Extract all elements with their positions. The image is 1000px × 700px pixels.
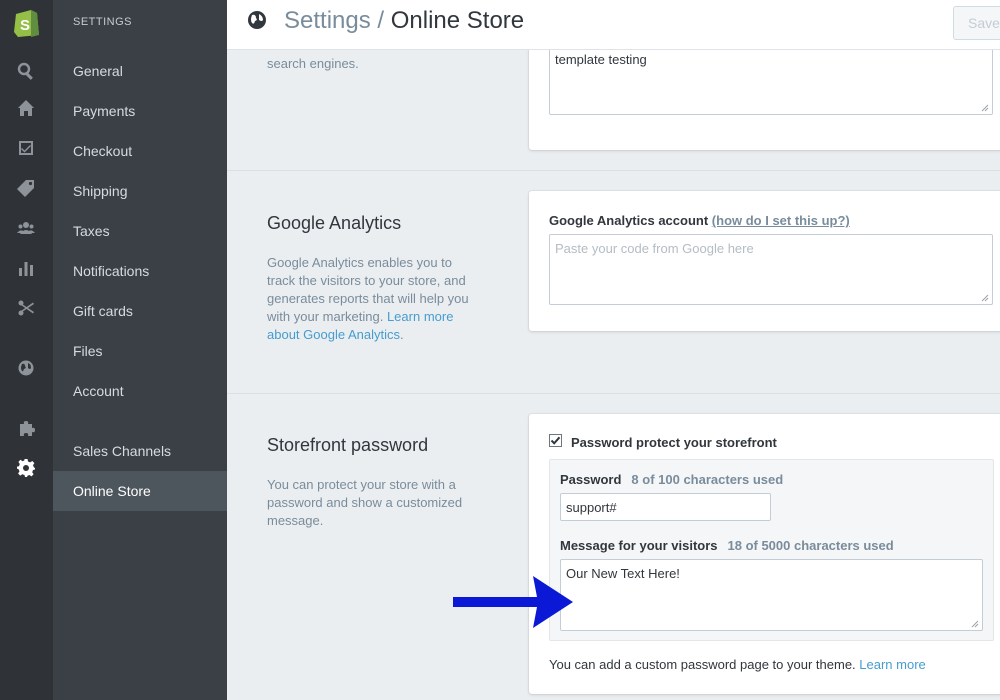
save-button[interactable]: Save: [953, 6, 1000, 40]
sidebar-heading: SETTINGS: [73, 16, 133, 28]
sidebar-item-notifications[interactable]: Notifications: [53, 251, 227, 291]
breadcrumb-separator: /: [377, 7, 385, 34]
resize-grip-icon[interactable]: [981, 104, 989, 112]
sidebar-item-checkout[interactable]: Checkout: [53, 131, 227, 171]
globe-icon: [248, 11, 266, 29]
tag-icon[interactable]: [14, 176, 38, 200]
sidebar-item-online-store[interactable]: Online Store: [53, 471, 227, 511]
password-settings-panel: Password 8 of 100 characters used Message…: [549, 459, 994, 641]
google-analytics-card: Google Analytics account (how do I set t…: [529, 191, 1000, 331]
annotation-arrow-icon: [453, 576, 573, 628]
seo-description: search engines.: [267, 56, 359, 71]
message-counter: 18 of 5000 characters used: [727, 538, 894, 553]
sidebar-item-general[interactable]: General: [53, 51, 227, 91]
sidebar-item-account[interactable]: Account: [53, 371, 227, 411]
sidebar-item-sales-channels[interactable]: Sales Channels: [53, 431, 227, 471]
page-title: Settings / Online Store: [284, 7, 524, 35]
password-protect-label[interactable]: Password protect your storefront: [571, 435, 777, 450]
search-icon[interactable]: [14, 59, 38, 83]
sidebar-item-shipping[interactable]: Shipping: [53, 171, 227, 211]
message-label-text: Message for your visitors: [560, 538, 718, 553]
storefront-password-section: Storefront password You can protect your…: [227, 394, 1000, 700]
visitor-message-textarea[interactable]: Our New Text Here!: [560, 559, 983, 631]
gear-icon[interactable]: [14, 456, 38, 480]
customers-icon[interactable]: [14, 216, 38, 240]
icon-rail: S: [0, 0, 53, 700]
custom-password-page-note: You can add a custom password page to yo…: [549, 657, 926, 672]
sidebar-item-gift-cards[interactable]: Gift cards: [53, 291, 227, 331]
apps-icon[interactable]: [14, 416, 38, 440]
sidebar-item-payments[interactable]: Payments: [53, 91, 227, 131]
google-analytics-field-label: Google Analytics account (how do I set t…: [549, 213, 850, 228]
password-protect-checkbox[interactable]: [549, 434, 562, 452]
svg-text:S: S: [20, 17, 30, 34]
learn-more-password-link[interactable]: Learn more: [859, 657, 925, 672]
google-analytics-title: Google Analytics: [267, 213, 402, 233]
password-input[interactable]: [560, 493, 771, 521]
settings-sidebar: SETTINGS General Payments Checkout Shipp…: [53, 0, 227, 700]
discounts-icon[interactable]: [14, 296, 38, 320]
meta-description-textarea[interactable]: template testing: [549, 45, 993, 115]
message-field-label: Message for your visitors 18 of 5000 char…: [560, 538, 894, 553]
sidebar-item-taxes[interactable]: Taxes: [53, 211, 227, 251]
storefront-password-description: You can protect your store with a passwo…: [267, 477, 463, 528]
sidebar-item-files[interactable]: Files: [53, 331, 227, 371]
home-icon[interactable]: [14, 96, 38, 120]
google-analytics-code-textarea[interactable]: [549, 234, 993, 305]
password-field-label: Password 8 of 100 characters used: [560, 472, 783, 487]
resize-grip-icon[interactable]: [971, 620, 979, 628]
shopify-logo[interactable]: S: [11, 5, 41, 38]
resize-grip-icon[interactable]: [981, 294, 989, 302]
orders-icon[interactable]: [14, 136, 38, 160]
google-analytics-description: Google Analytics enables you to track th…: [267, 255, 469, 342]
google-analytics-section: Google Analytics Google Analytics enable…: [227, 171, 1000, 394]
password-counter: 8 of 100 characters used: [631, 472, 784, 487]
reports-icon[interactable]: [14, 256, 38, 280]
google-analytics-label-text: Google Analytics account: [549, 213, 709, 228]
storefront-password-card: Password protect your storefront Passwor…: [529, 414, 1000, 694]
page-header: Settings / Online Store Save: [227, 0, 1000, 50]
storefront-password-title: Storefront password: [267, 435, 429, 455]
checkbox-checked-icon[interactable]: [549, 434, 562, 447]
password-label-text: Password: [560, 472, 622, 487]
breadcrumb-settings[interactable]: Settings: [284, 7, 371, 34]
page-title-text: Online Store: [390, 7, 525, 34]
custom-password-page-text: You can add a custom password page to yo…: [549, 657, 856, 672]
globe-icon[interactable]: [14, 356, 38, 380]
how-to-set-up-link[interactable]: (how do I set this up?): [712, 213, 850, 228]
